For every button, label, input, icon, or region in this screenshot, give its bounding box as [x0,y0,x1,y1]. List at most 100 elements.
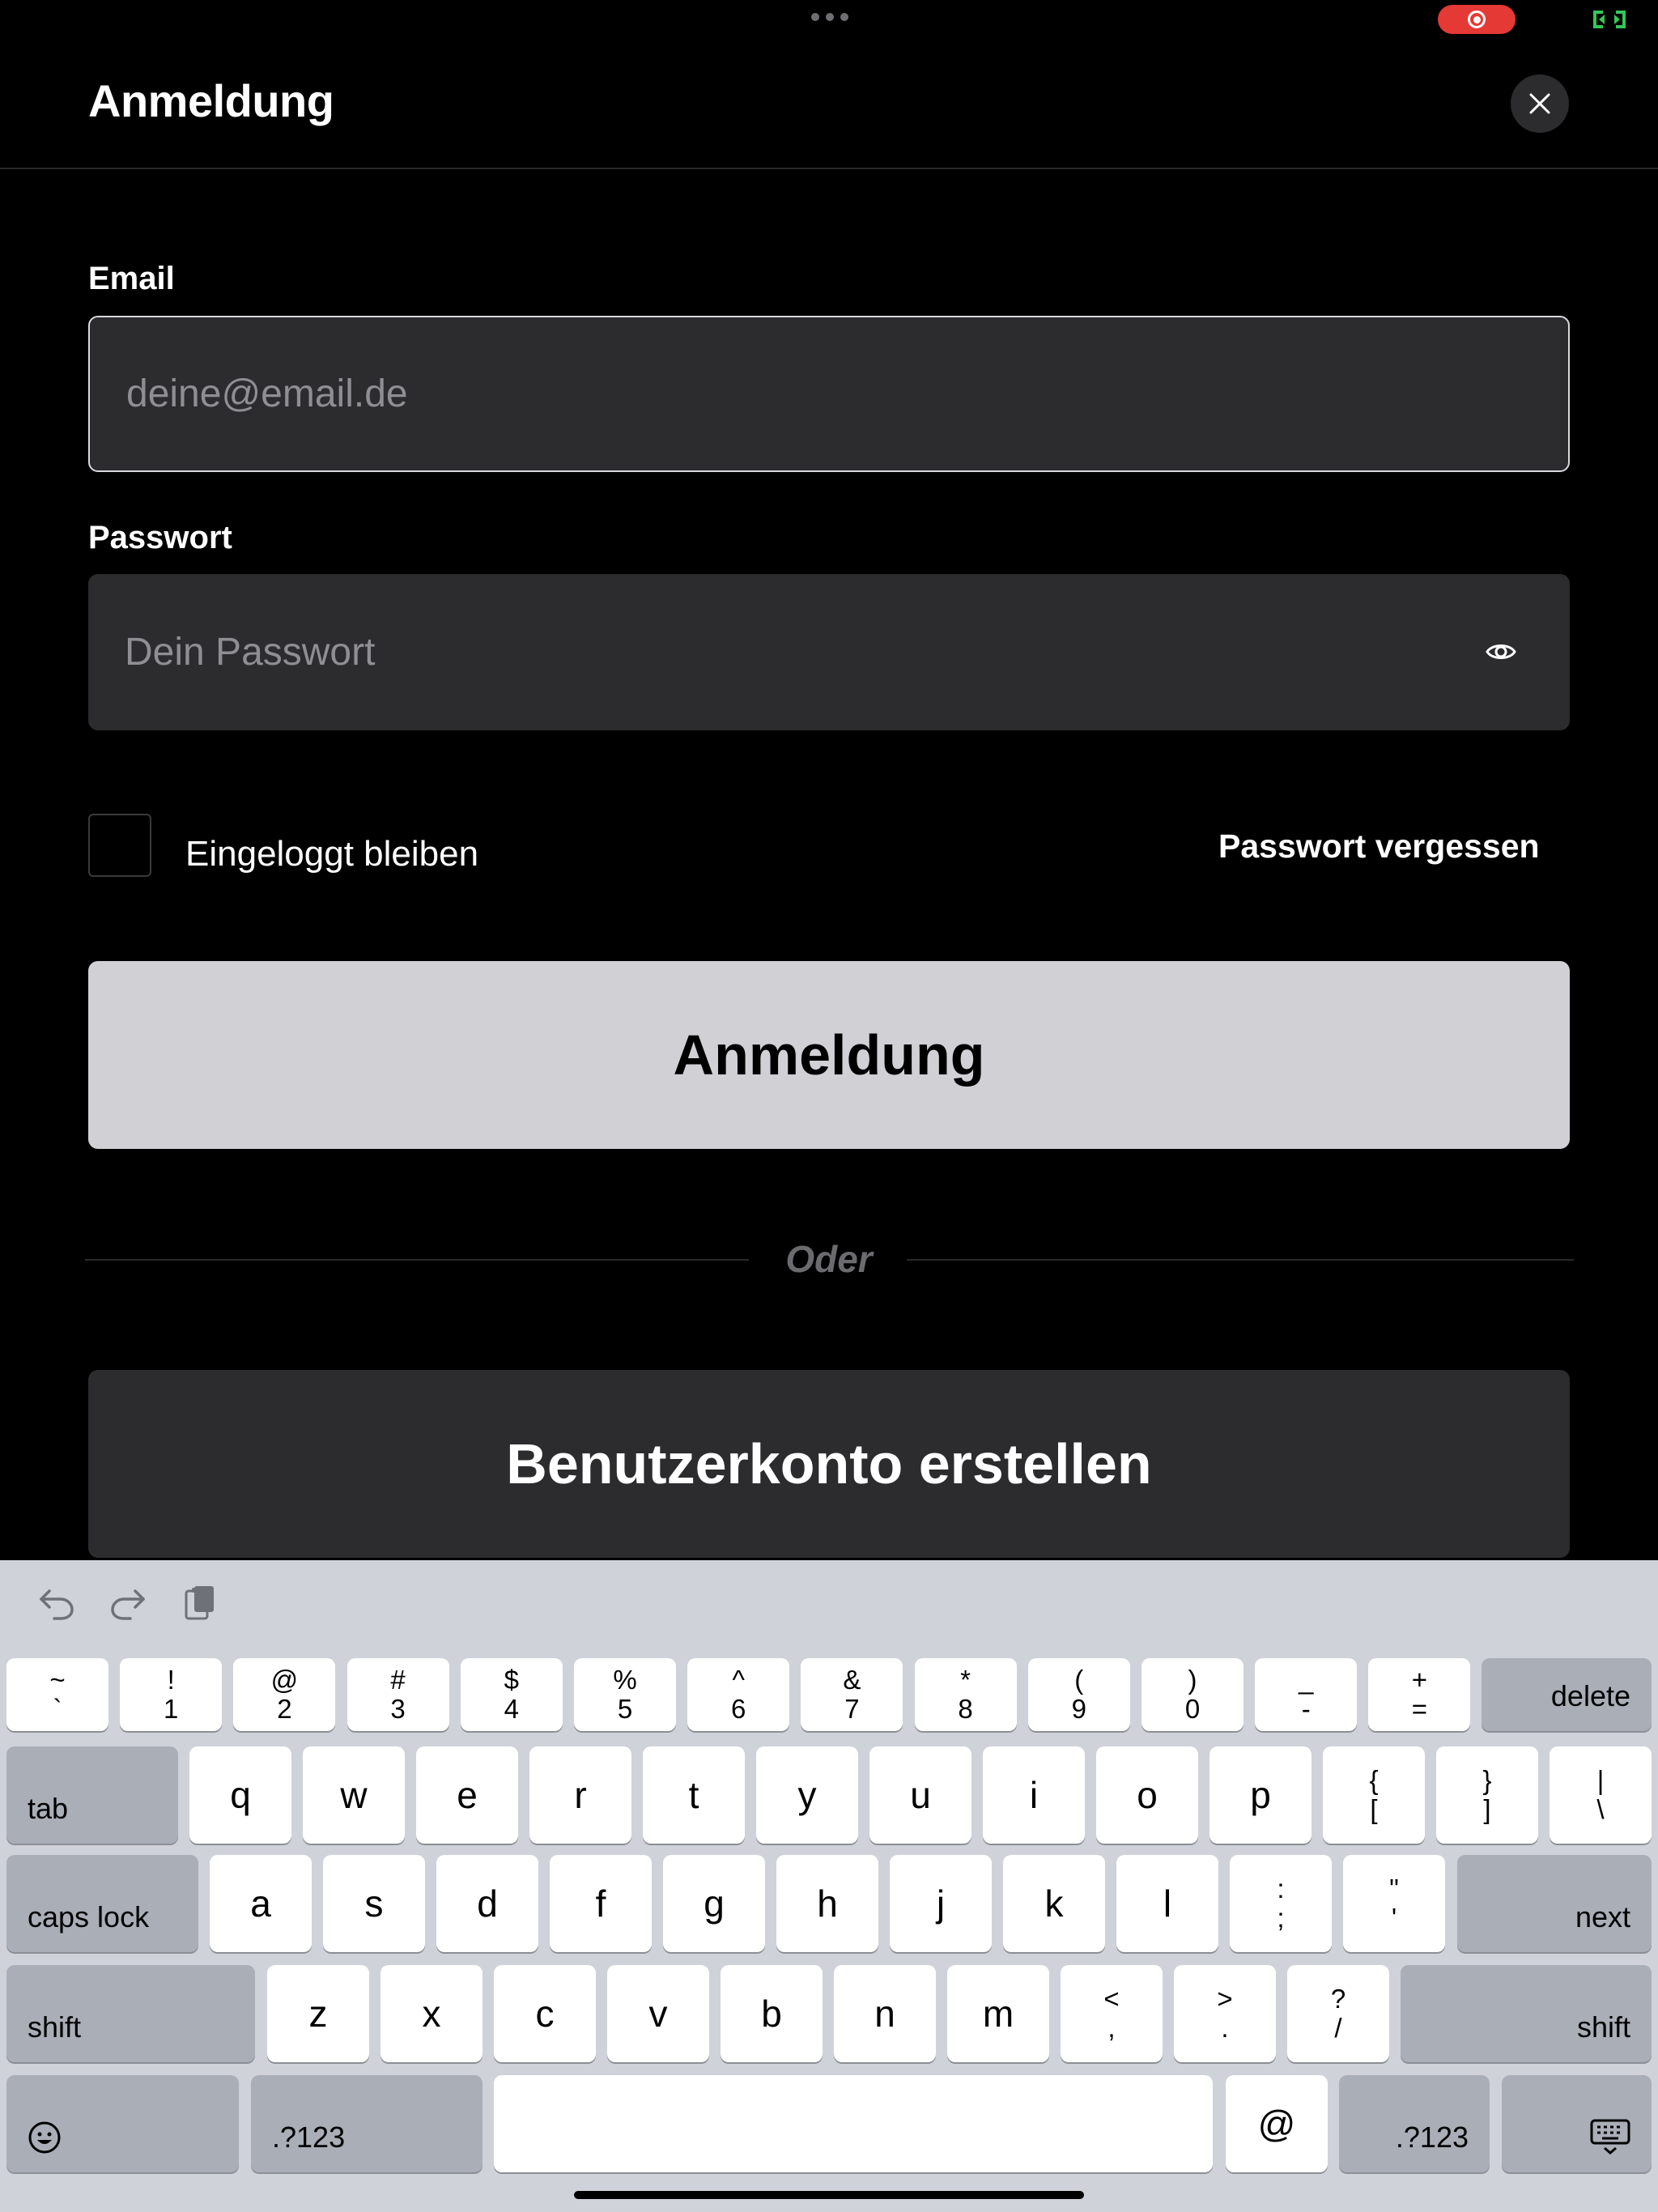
key-5[interactable]: % 5 [574,1658,676,1731]
remember-checkbox[interactable] [88,814,151,877]
dot [811,13,819,21]
key-i[interactable]: i [983,1746,1085,1844]
key-6[interactable]: ^ 6 [687,1658,790,1731]
password-field[interactable]: Dein Passwort [88,574,1570,730]
key-q[interactable]: q [189,1746,291,1844]
key-g[interactable]: g [663,1855,765,1952]
key-3[interactable]: #3 [346,1658,449,1731]
key-period[interactable]: >. [1174,1965,1276,2062]
key-m[interactable]: m [947,1965,1049,2062]
key-d[interactable]: d [436,1855,538,1952]
divider-right [907,1259,1574,1261]
create-account-button[interactable]: Benutzerkonto erstellen [88,1370,1570,1558]
forgot-password-link[interactable]: Passwort vergessen [1218,827,1540,866]
close-button[interactable] [1511,74,1569,133]
key-n[interactable]: n [834,1965,936,2062]
key-9[interactable]: (9 [1027,1658,1130,1731]
key-base-char: ' [1391,1903,1397,1933]
tab-key[interactable]: tab [6,1746,178,1844]
space-bar[interactable] [494,2075,1213,2172]
undo-icon[interactable] [36,1583,77,1623]
key-h[interactable]: h [776,1855,878,1952]
key-=[interactable]: + = [1368,1658,1471,1731]
key-shift-char: > [1217,1983,1233,2014]
email-label: Email [88,261,175,296]
key-7[interactable]: & 7 [801,1658,903,1731]
shift-key-left[interactable]: shift [6,1965,255,2062]
shift-key-right[interactable]: shift [1401,1965,1652,2062]
hide-keyboard-key[interactable] [1502,2075,1652,2172]
key-k[interactable]: k [1003,1855,1105,1952]
key-o[interactable]: o [1096,1746,1198,1844]
numbers-key-right[interactable]: .?123 [1339,2075,1490,2172]
record-icon [1468,11,1486,28]
key-shift-char: + [1411,1664,1428,1695]
key-4[interactable]: $4 [460,1658,563,1731]
key-base-char: 2 [277,1694,292,1724]
key-u[interactable]: u [869,1746,971,1844]
key-][interactable]: }] [1436,1746,1538,1844]
key-z[interactable]: z [267,1965,369,2062]
key-j[interactable]: j [890,1855,992,1952]
key--[interactable]: _ - [1255,1658,1358,1731]
page-title: Anmeldung [88,75,334,126]
key-shift-char: | [1596,1764,1605,1795]
key-shift-char: { [1369,1764,1379,1795]
key-f[interactable]: f [550,1855,652,1952]
emoji-icon [28,2121,61,2154]
home-indicator [574,2191,1084,2199]
key-base-char: 3 [390,1694,406,1724]
key-shift-char: * [960,1664,971,1695]
key-shift-char: } [1482,1764,1492,1795]
key-e[interactable]: e [416,1746,518,1844]
key-`[interactable]: ~ ` [6,1658,108,1731]
dot [840,13,848,21]
at-key[interactable]: @ [1226,2075,1328,2172]
key-2[interactable]: @2 [233,1658,336,1731]
key-base-char: 7 [844,1694,860,1724]
key-0[interactable]: ) 0 [1141,1658,1244,1731]
login-button[interactable]: Anmeldung [88,961,1570,1149]
key-slash[interactable]: ? / [1287,1965,1389,2062]
key-w[interactable]: w [303,1746,405,1844]
screen-recording-indicator[interactable] [1438,5,1516,34]
password-placeholder: Dein Passwort [125,631,376,674]
eye-icon[interactable] [1485,636,1517,668]
header-divider [0,168,1658,169]
key-y[interactable]: y [756,1746,858,1844]
key-p[interactable]: p [1209,1746,1312,1844]
key-[[interactable]: {[ [1323,1746,1425,1844]
key-8[interactable]: * 8 [914,1658,1017,1731]
emoji-key[interactable] [6,2075,239,2172]
key-l[interactable]: l [1116,1855,1218,1952]
key-t[interactable]: t [643,1746,745,1844]
on-screen-keyboard: ~ `! 1 @2 #3 $4% 5 ^ 6 & 7 * 8(9) 0 _ - + = delete tab q w e r t… [0,1560,1658,2212]
key-shift-char: % [613,1664,637,1695]
key-1[interactable]: ! 1 [120,1658,223,1731]
caps-lock-key[interactable]: caps lock [6,1855,198,1952]
key-backslash[interactable]: | \ [1550,1746,1652,1844]
key-b[interactable]: b [721,1965,823,2062]
close-icon [1529,93,1550,114]
key-shift-char: ! [167,1664,175,1695]
email-field[interactable]: deine@email.de [88,316,1570,472]
key-s[interactable]: s [323,1855,425,1952]
key-comma[interactable]: <, [1061,1965,1163,2062]
key-base-char: / [1334,2013,1342,2043]
multitasking-dots[interactable] [811,13,848,21]
key-shift-char: _ [1299,1664,1314,1695]
next-key[interactable]: next [1457,1855,1652,1952]
numbers-key-left[interactable]: .?123 [251,2075,483,2172]
paste-icon[interactable] [180,1583,220,1623]
key-v[interactable]: v [607,1965,709,2062]
key-c[interactable]: c [494,1965,596,2062]
redo-icon[interactable] [108,1583,148,1623]
key-shift-char: ^ [732,1664,745,1695]
key-x[interactable]: x [380,1965,483,2062]
key-semicolon[interactable]: :; [1230,1855,1332,1952]
key-a[interactable]: a [210,1855,312,1952]
delete-key[interactable]: delete [1482,1658,1652,1731]
key-quote[interactable]: " ' [1343,1855,1445,1952]
remember-label: Eingeloggt bleiben [185,834,479,874]
key-r[interactable]: r [529,1746,631,1844]
